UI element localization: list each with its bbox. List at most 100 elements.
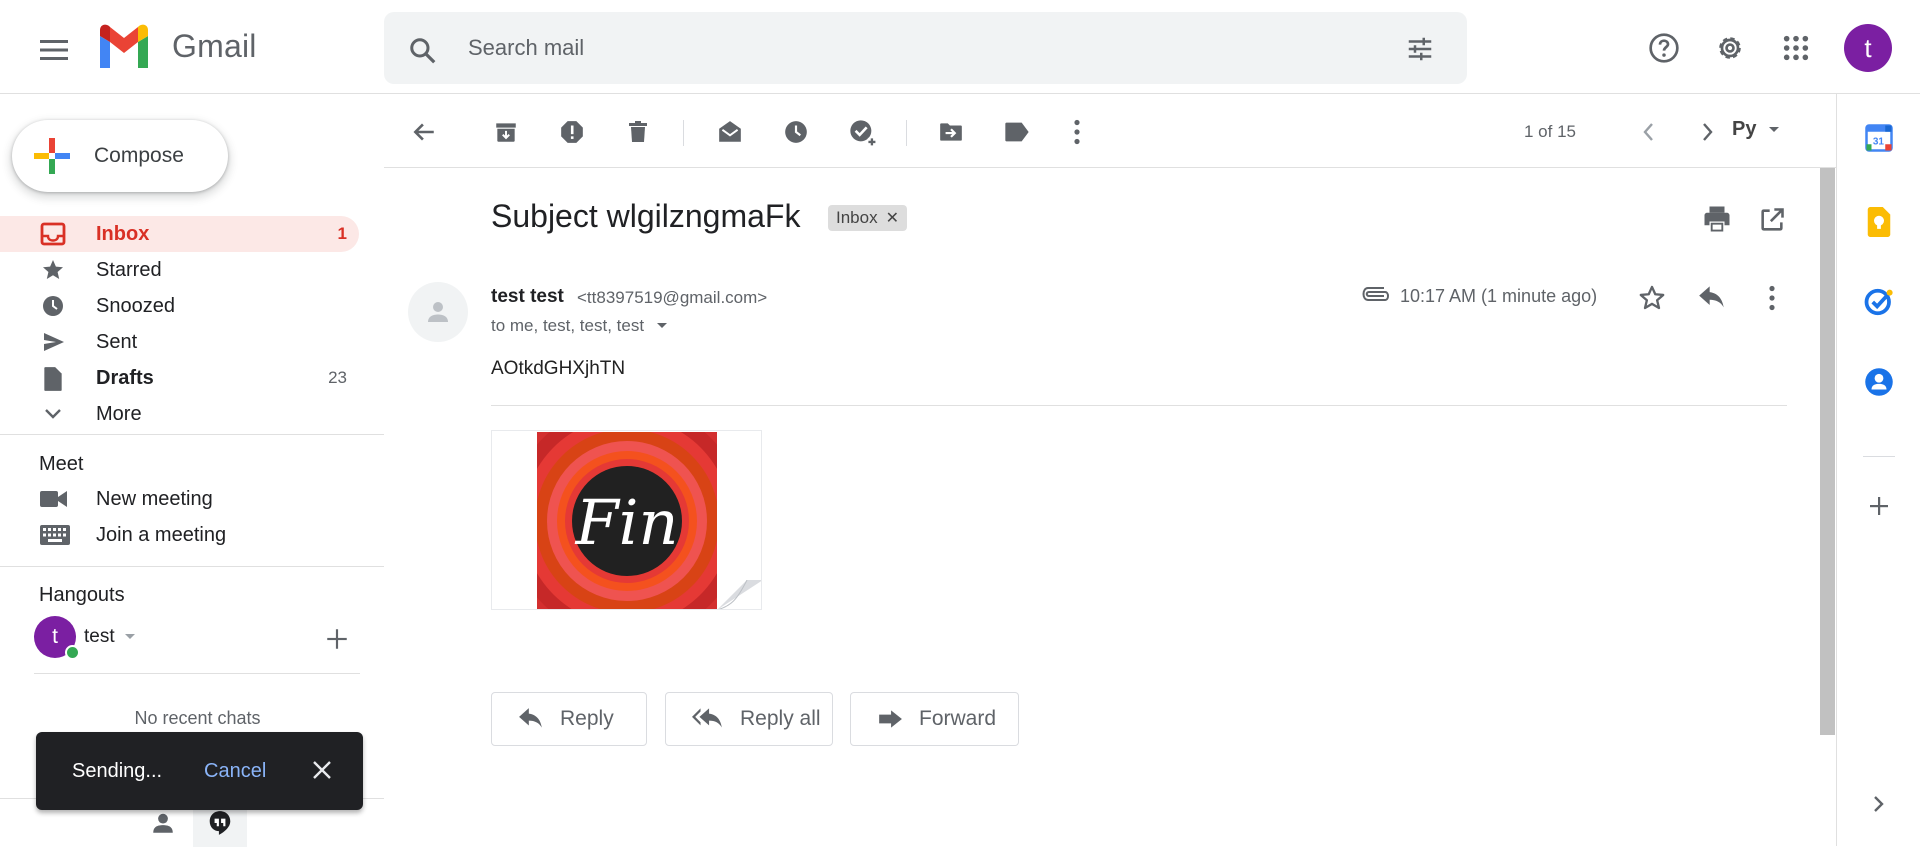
unread-count: 1 — [337, 224, 347, 243]
email-subject: Subject wlgilzngmaFk — [491, 198, 801, 234]
sidebar-divider — [0, 566, 384, 567]
settings-icon — [1719, 37, 1741, 59]
send-icon — [44, 333, 64, 351]
print-all-button[interactable] — [1702, 204, 1732, 234]
inbox-icon — [40, 222, 66, 246]
input-tools-button[interactable]: Py — [1732, 118, 1780, 141]
forward-icon — [879, 710, 902, 728]
label-chip-text: Inbox — [836, 208, 878, 227]
nav-label: Starred — [96, 258, 162, 281]
star-button[interactable] — [1634, 280, 1670, 316]
archive-icon — [496, 123, 516, 142]
open-new-window-button[interactable] — [1758, 206, 1786, 234]
mark-unread-icon — [719, 121, 741, 142]
delete-button[interactable] — [620, 114, 656, 150]
side-panel: 31 — [1836, 94, 1920, 846]
snooze-button[interactable] — [778, 114, 814, 150]
reply-icon — [1699, 286, 1724, 308]
show-side-panel-button[interactable] — [1859, 784, 1899, 824]
more-icon — [1074, 119, 1080, 145]
search-input[interactable] — [468, 34, 1368, 62]
online-status-dot — [65, 645, 80, 660]
print-icon — [1704, 206, 1730, 232]
sending-toast: Sending... Cancel — [36, 732, 363, 810]
label-icon — [1005, 122, 1029, 142]
main-menu-button[interactable] — [30, 26, 78, 74]
labels-button[interactable] — [999, 114, 1035, 150]
settings-button[interactable] — [1706, 24, 1754, 72]
forward-label: Forward — [919, 707, 997, 730]
google-apps-button[interactable] — [1772, 24, 1820, 72]
move-to-button[interactable] — [933, 114, 969, 150]
tasks-icon — [1864, 288, 1893, 316]
message-more-button[interactable] — [1754, 280, 1790, 316]
nav-item-snoozed[interactable]: Snoozed — [0, 288, 359, 324]
search-button[interactable] — [408, 36, 438, 66]
nav-item-drafts[interactable]: Drafts 23 — [0, 360, 359, 396]
calendar-button[interactable]: 31 — [1859, 118, 1899, 158]
reply-all-label: Reply all — [740, 707, 821, 730]
archive-button[interactable] — [488, 114, 524, 150]
hangouts-user-menu[interactable]: test — [84, 626, 136, 648]
scrollbar-thumb[interactable] — [1820, 168, 1835, 735]
nav-label: Snoozed — [96, 294, 175, 317]
compose-label: Compose — [94, 144, 184, 167]
search-icon — [410, 38, 436, 64]
input-tools-label: Py — [1732, 118, 1757, 140]
search-options-button[interactable] — [1405, 34, 1435, 64]
sender-name: test test — [491, 286, 564, 307]
remove-label-button[interactable]: ✕ — [886, 208, 899, 228]
join-meeting-item[interactable]: Join a meeting — [0, 517, 359, 553]
folder-nav: Inbox 1 Starred Snoozed Sent Drafts 23 M… — [0, 216, 360, 432]
nav-item-sent[interactable]: Sent — [0, 324, 359, 360]
delete-icon — [629, 121, 647, 142]
chevron-down-icon — [45, 409, 61, 419]
back-button[interactable] — [406, 114, 442, 150]
toolbar-separator — [683, 120, 684, 146]
toast-cancel-button[interactable]: Cancel — [204, 760, 266, 783]
keep-button[interactable] — [1859, 202, 1899, 242]
add-to-tasks-button[interactable] — [844, 114, 880, 150]
report-spam-button[interactable] — [554, 114, 590, 150]
recipients-toggle[interactable]: to me, test, test, test — [491, 316, 668, 336]
gmail-logo-link[interactable]: Gmail — [96, 24, 257, 68]
support-button[interactable] — [1640, 24, 1688, 72]
get-addons-button[interactable] — [1859, 486, 1899, 526]
reply-button-header[interactable] — [1694, 280, 1730, 316]
nav-item-more[interactable]: More — [0, 396, 359, 432]
attachment-card[interactable]: Fin — [491, 430, 762, 610]
new-meeting-item[interactable]: New meeting — [0, 481, 359, 517]
email-timestamp: 10:17 AM (1 minute ago) — [1400, 286, 1598, 306]
caret-down-icon — [657, 323, 668, 328]
reply-button[interactable]: Reply — [491, 692, 647, 746]
move-to-icon — [940, 123, 962, 141]
apps-icon — [1783, 35, 1809, 61]
compose-plus-icon — [34, 138, 70, 174]
compose-button[interactable]: Compose — [12, 120, 228, 192]
newer-button[interactable] — [1630, 114, 1666, 150]
contacts-button[interactable] — [1859, 362, 1899, 402]
account-avatar[interactable]: t — [1844, 24, 1892, 72]
older-button[interactable] — [1690, 114, 1726, 150]
forward-button[interactable]: Forward — [850, 692, 1019, 746]
calendar-icon: 31 — [1865, 124, 1893, 152]
nav-label: Inbox — [96, 222, 150, 245]
toast-message: Sending... — [72, 760, 163, 782]
message-toolbar: 1 of 15 Py — [384, 94, 1836, 168]
mark-unread-button[interactable] — [712, 114, 748, 150]
pagination-count: 1 of 15 — [1524, 122, 1576, 141]
plus-icon — [1870, 497, 1888, 515]
caret-down-icon — [1769, 126, 1780, 132]
plus-icon — [327, 629, 347, 649]
new-chat-button[interactable] — [324, 626, 350, 652]
hangouts-divider — [34, 673, 360, 674]
toast-close-button[interactable] — [310, 758, 334, 782]
video-camera-icon — [40, 491, 67, 507]
more-actions-button[interactable] — [1059, 114, 1095, 150]
hangouts-quote-icon — [209, 811, 231, 835]
reply-all-button[interactable]: Reply all — [665, 692, 833, 746]
tasks-button[interactable] — [1859, 282, 1899, 322]
nav-label: Drafts — [96, 366, 154, 389]
nav-item-inbox[interactable]: Inbox 1 — [0, 216, 359, 252]
nav-item-starred[interactable]: Starred — [0, 252, 359, 288]
